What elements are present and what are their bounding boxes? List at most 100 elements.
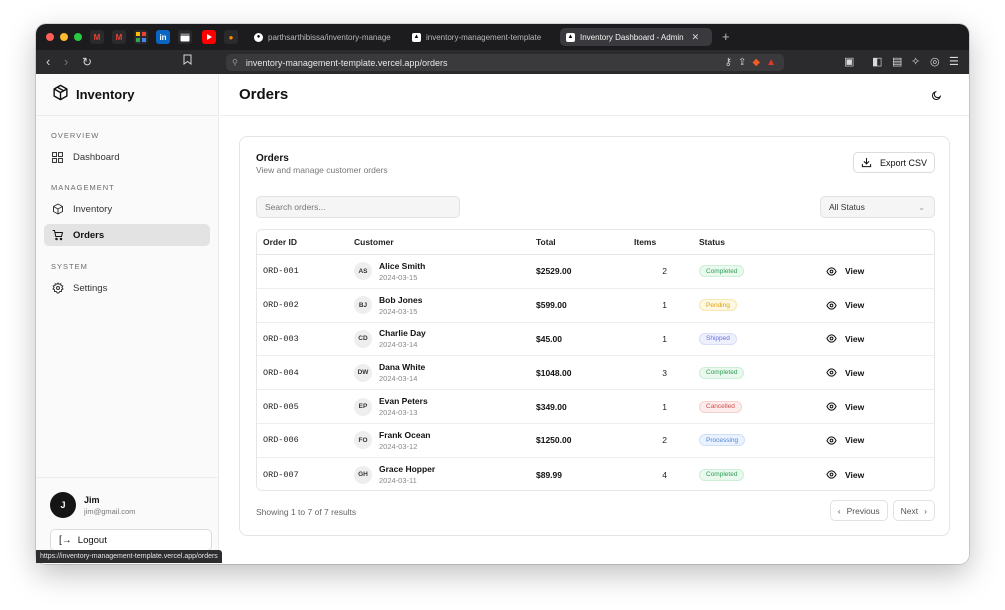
next-page-button[interactable]: Next › — [892, 500, 935, 521]
chevron-left-icon: ‹ — [837, 505, 841, 516]
sidebar: Inventory OVERVIEW Dashboard MANAGEMENT … — [36, 74, 219, 564]
theme-toggle-moon-icon[interactable] — [929, 88, 943, 102]
order-date: 2024-03-11 — [379, 476, 417, 486]
order-date: 2024-03-15 — [379, 306, 418, 316]
customer-info: Alice Smith 2024-03-15 — [379, 261, 425, 282]
status-badge: Pending — [699, 299, 737, 312]
flame-icon[interactable]: ● — [224, 30, 238, 44]
url-actions: ⚷ ⇪ ◆ ▲ — [725, 57, 776, 68]
view-order-button[interactable]: View — [826, 367, 864, 378]
close-window-button[interactable] — [46, 33, 54, 41]
avatar: EP — [354, 397, 372, 416]
tab-vercel-template[interactable]: ▲ inventory-management-template — [406, 28, 554, 46]
next-label: Next — [900, 505, 919, 516]
user-profile[interactable]: J Jim jim@gmail.com — [50, 492, 205, 518]
sidebar-item-orders[interactable]: Orders — [44, 224, 210, 246]
brave-rewards-icon[interactable]: ▲ — [766, 57, 776, 68]
gmail-icon[interactable]: M — [112, 30, 126, 44]
view-label: View — [845, 435, 865, 446]
section-title-management: MANAGEMENT — [51, 183, 115, 192]
status-badge: Completed — [699, 366, 745, 379]
status-cell: Completed — [699, 255, 745, 288]
view-order-button[interactable]: View — [826, 469, 864, 480]
user-email: jim@gmail.com — [84, 506, 136, 516]
user-info: Jim jim@gmail.com — [84, 495, 135, 516]
gmail-icon[interactable]: M — [90, 30, 104, 44]
order-total: $599.00 — [536, 300, 567, 311]
customer-name: Grace Hopper — [379, 464, 436, 475]
window-controls — [46, 33, 82, 41]
wallet-icon[interactable]: ▤ — [892, 55, 902, 68]
status-cell: Shipped — [699, 323, 737, 356]
order-items: 1 — [662, 401, 667, 412]
close-tab-icon[interactable]: ✕ — [692, 32, 700, 43]
reader-icon[interactable]: ▣ — [844, 55, 854, 68]
linkedin-icon[interactable]: in — [156, 30, 170, 44]
view-order-button[interactable]: View — [826, 266, 864, 277]
logout-label: Logout — [77, 534, 107, 546]
view-order-button[interactable]: View — [826, 435, 864, 446]
grid-app-icon[interactable] — [134, 30, 148, 44]
minimize-window-button[interactable] — [60, 33, 68, 41]
previous-page-button[interactable]: ‹ Previous — [829, 500, 888, 521]
url-field[interactable]: ⚲ inventory-management-template.vercel.a… — [226, 54, 784, 71]
order-date: 2024-03-14 — [379, 340, 418, 350]
brand[interactable]: Inventory — [36, 74, 218, 116]
customer-info: Bob Jones 2024-03-15 — [379, 295, 422, 316]
app: Inventory OVERVIEW Dashboard MANAGEMENT … — [36, 74, 969, 564]
forward-icon[interactable]: › — [64, 54, 68, 70]
view-order-button[interactable]: View — [826, 333, 864, 344]
new-tab-button[interactable]: + — [722, 29, 730, 44]
avatar: J — [50, 492, 76, 518]
actions-cell: View — [826, 356, 864, 389]
ai-icon[interactable]: ✧ — [911, 55, 920, 68]
chevron-right-icon: › — [924, 505, 927, 516]
search-input[interactable] — [256, 196, 460, 218]
order-date: 2024-03-15 — [379, 272, 418, 282]
status-badge: Completed — [699, 265, 745, 278]
sidebar-item-settings[interactable]: Settings — [44, 277, 210, 299]
sidebar-item-dashboard[interactable]: Dashboard — [44, 146, 210, 168]
customer-cell: AS Alice Smith 2024-03-15 — [354, 255, 425, 288]
status-filter-select[interactable]: All Status ⌄ — [820, 196, 935, 218]
eye-icon — [826, 300, 837, 311]
youtube-icon[interactable] — [202, 30, 216, 44]
menu-icon[interactable]: ☰ — [949, 55, 959, 68]
calendar-icon[interactable] — [178, 30, 192, 44]
avatar: DW — [354, 363, 372, 382]
view-order-button[interactable]: View — [826, 300, 864, 311]
sidebar-item-label: Settings — [73, 282, 108, 294]
actions-cell: View — [826, 255, 864, 288]
previous-label: Previous — [846, 505, 880, 516]
github-icon: ● — [254, 32, 263, 42]
order-id: ORD-007 — [263, 469, 299, 480]
view-order-button[interactable]: View — [826, 401, 864, 412]
sidebar-item-inventory[interactable]: Inventory — [44, 198, 210, 220]
order-items: 2 — [662, 435, 667, 446]
eye-icon — [826, 333, 837, 344]
chevron-down-icon: ⌄ — [918, 203, 925, 212]
logout-button[interactable]: [→ Logout — [50, 529, 212, 551]
section-title-overview: OVERVIEW — [51, 131, 100, 140]
eye-icon — [826, 401, 837, 412]
eye-icon — [826, 469, 837, 480]
sidebar-toggle-icon[interactable]: ◧ — [872, 55, 882, 68]
brave-shield-icon[interactable]: ◆ — [752, 57, 760, 68]
reload-icon[interactable]: ↻ — [82, 54, 92, 70]
vpn-icon[interactable]: ◎ — [930, 55, 940, 68]
avatar: FO — [354, 431, 372, 450]
order-items: 2 — [662, 266, 667, 277]
key-icon[interactable]: ⚷ — [725, 57, 732, 68]
site-settings-icon[interactable]: ⚲ — [232, 58, 238, 67]
order-items: 3 — [662, 367, 667, 378]
tab-inventory-dashboard[interactable]: ▲ Inventory Dashboard - Admin ✕ — [560, 28, 712, 46]
share-icon[interactable]: ⇪ — [738, 57, 746, 68]
export-csv-button[interactable]: Export CSV — [853, 152, 935, 173]
grid-icon — [52, 151, 66, 163]
tab-github[interactable]: ● parthsarthibissa/inventory-manage — [248, 28, 398, 46]
back-icon[interactable]: ‹ — [46, 54, 50, 70]
view-label: View — [845, 333, 865, 344]
order-id: ORD-002 — [263, 300, 299, 311]
bookmark-icon[interactable] — [183, 54, 192, 70]
maximize-window-button[interactable] — [74, 33, 82, 41]
